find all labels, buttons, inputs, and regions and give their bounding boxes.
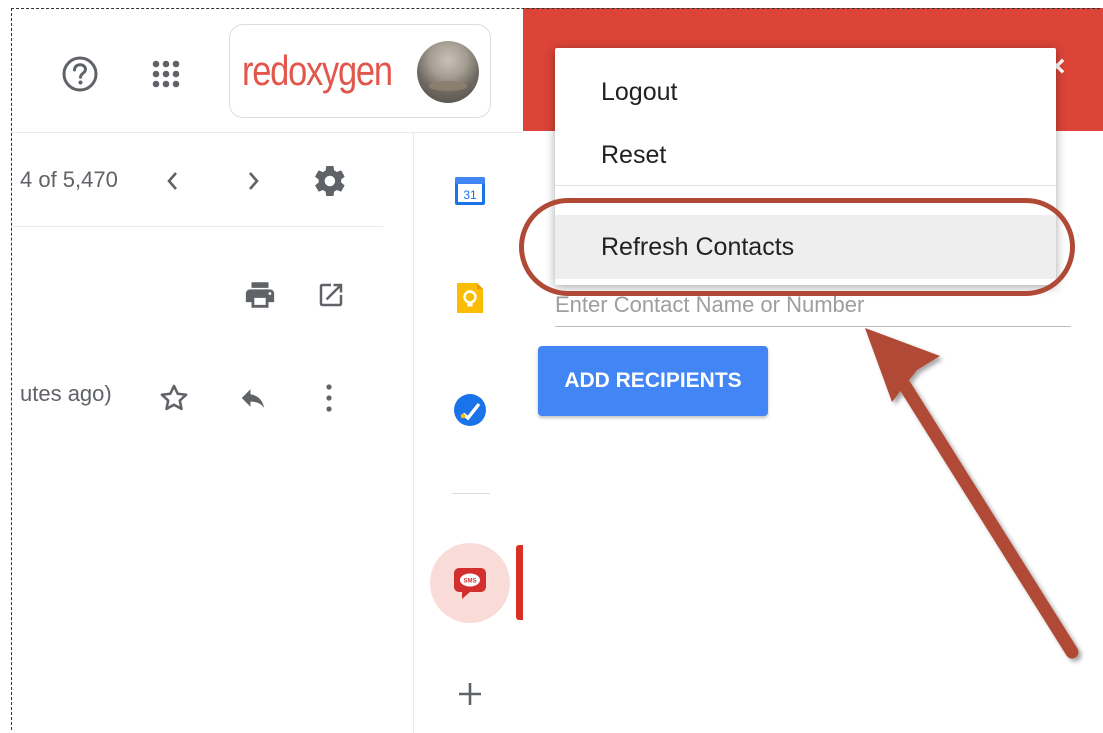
side-panel-divider (452, 493, 490, 494)
newer-chevron-left-icon[interactable] (158, 163, 188, 199)
pagination-count: 4 of 5,470 (20, 167, 118, 192)
menu-item-reset[interactable]: Reset (555, 123, 1056, 187)
star-icon[interactable] (153, 377, 195, 419)
header-divider (11, 132, 523, 133)
sms-chat-icon: SMS (450, 563, 490, 603)
menu-item-label: Refresh Contacts (601, 233, 795, 261)
help-icon[interactable] (58, 52, 102, 96)
side-panel-border (413, 133, 414, 733)
annotation-arrow (865, 328, 1079, 659)
menu-divider (555, 185, 1056, 186)
menu-item-logout[interactable]: Logout (555, 60, 1056, 124)
toolbar-divider (11, 226, 383, 227)
menu-item-refresh-contacts[interactable]: Refresh Contacts (555, 215, 1056, 279)
menu-item-label: Reset (601, 141, 667, 169)
avatar[interactable] (417, 41, 479, 103)
redoxygen-logo: redoxygen (242, 47, 393, 94)
more-vertical-icon[interactable] (316, 378, 342, 418)
calendar-day-text: 31 (463, 188, 477, 202)
settings-gear-icon[interactable] (309, 160, 351, 202)
menu-item-label: Logout (601, 78, 678, 106)
open-in-new-window-icon[interactable] (312, 276, 350, 314)
message-timestamp: utes ago) (20, 381, 112, 406)
keep-icon[interactable] (450, 278, 490, 318)
active-addon-indicator (516, 545, 523, 620)
add-recipients-button[interactable]: ADD RECIPIENTS (538, 346, 768, 416)
older-chevron-right-icon[interactable] (238, 163, 268, 199)
reply-icon[interactable] (232, 378, 274, 418)
tasks-icon[interactable] (450, 390, 490, 430)
apps-grid-icon[interactable] (144, 52, 188, 96)
sms-badge-text: SMS (463, 579, 476, 585)
calendar-icon[interactable]: 31 (450, 170, 490, 210)
add-addon-plus-icon[interactable] (452, 674, 488, 714)
addon-overflow-menu: Logout Reset Refresh Contacts (555, 48, 1056, 285)
print-icon[interactable] (240, 275, 280, 315)
account-switcher[interactable]: redoxygen (229, 24, 491, 118)
contact-search-input[interactable]: Enter Contact Name or Number (555, 292, 864, 318)
